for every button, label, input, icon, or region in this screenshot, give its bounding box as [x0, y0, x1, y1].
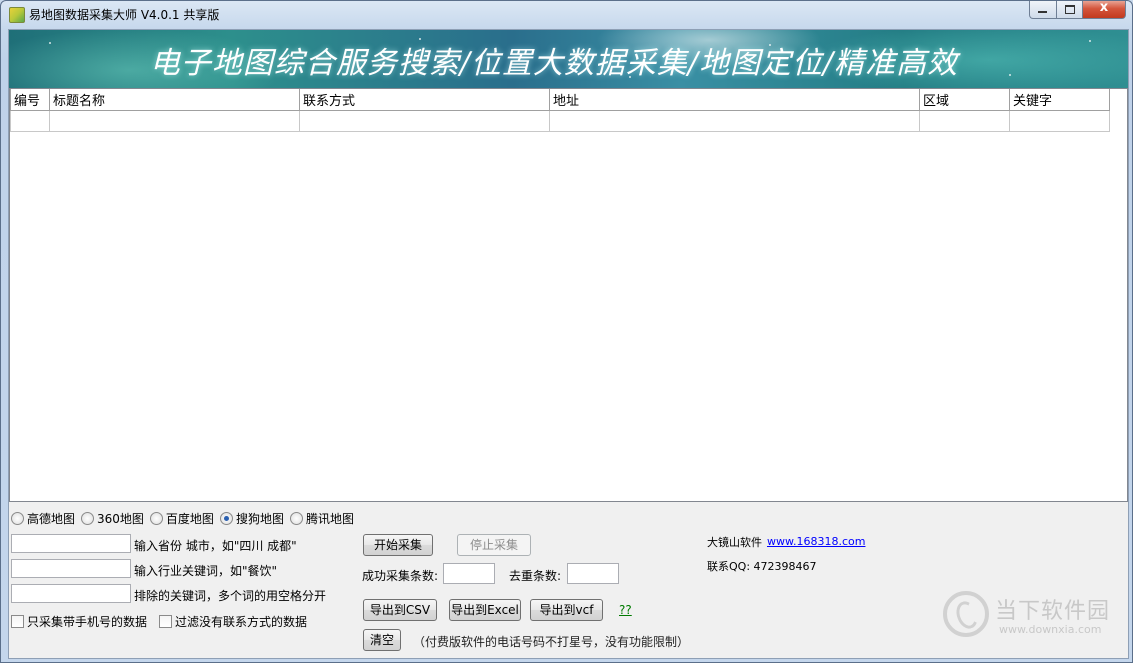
exclude-keyword-hint: 排除的关键词，多个词的用空格分开 — [134, 589, 327, 603]
vendor-website-link[interactable]: www.168318.com — [767, 535, 865, 548]
checkbox-label: 只采集带手机号的数据 — [27, 615, 148, 629]
close-button[interactable]: x — [1083, 0, 1126, 19]
radio-label: 360地图 — [97, 512, 144, 526]
radio-label: 百度地图 — [165, 512, 214, 526]
radio-indicator[interactable] — [289, 512, 303, 525]
column-header-keyword[interactable]: 关键字 — [1009, 89, 1110, 111]
start-collect-button[interactable]: 开始采集 — [363, 534, 433, 556]
keyword-input-hint: 输入行业关键词，如"餐饮" — [134, 564, 278, 578]
window-controls: x — [1029, 0, 1126, 19]
export-vcf-button[interactable]: 导出到vcf — [530, 599, 603, 621]
table-cell[interactable] — [919, 110, 1010, 132]
window-title: 易地图数据采集大师 V4.0.1 共享版 — [29, 8, 220, 22]
column-header-address[interactable]: 地址 — [549, 89, 920, 111]
results-grid[interactable]: 编号 标题名称 联系方式 地址 区域 关键字 — [9, 88, 1128, 502]
watermark: 当下软件园 www.downxia.com — [943, 591, 1133, 641]
watermark-url: www.downxia.com — [999, 623, 1102, 636]
maximize-button[interactable] — [1057, 1, 1083, 19]
radio-sogou-map[interactable]: 搜狗地图 — [219, 510, 284, 527]
clear-button[interactable]: 清空 — [363, 629, 401, 651]
close-icon: x — [1099, 0, 1109, 15]
radio-indicator[interactable] — [149, 512, 163, 525]
results-table: 编号 标题名称 联系方式 地址 区域 关键字 — [10, 89, 1110, 132]
export-csv-button[interactable]: 导出到CSV — [363, 599, 437, 621]
client-area: 电子地图综合服务搜索/位置大数据采集/地图定位/精准高效 编号 标题名称 联系方… — [8, 29, 1129, 659]
app-window: 易地图数据采集大师 V4.0.1 共享版 x 电子地图综合服务搜索/位置大数据采… — [0, 0, 1133, 663]
help-link[interactable]: ?? — [619, 603, 632, 617]
radio-label: 搜狗地图 — [235, 512, 284, 526]
radio-label: 腾讯地图 — [305, 512, 354, 526]
table-cell[interactable] — [10, 110, 50, 132]
table-cell[interactable] — [1009, 110, 1110, 132]
radio-indicator[interactable] — [11, 512, 24, 525]
checkbox-box[interactable] — [159, 615, 172, 628]
stop-collect-button[interactable]: 停止采集 — [457, 534, 531, 556]
minimize-button[interactable] — [1029, 1, 1057, 19]
minimize-icon — [1038, 11, 1047, 13]
checkbox-box[interactable] — [11, 615, 24, 628]
exclude-keyword-input[interactable] — [11, 584, 131, 603]
radio-tencent-map[interactable]: 腾讯地图 — [289, 510, 354, 527]
watermark-logo-icon — [943, 591, 989, 637]
table-cell[interactable] — [549, 110, 920, 132]
table-header-row: 编号 标题名称 联系方式 地址 区域 关键字 — [10, 89, 1110, 111]
mobile-only-checkbox[interactable]: 只采集带手机号的数据 — [11, 613, 147, 630]
dedupe-count-field[interactable] — [567, 563, 619, 584]
success-count-field[interactable] — [443, 563, 495, 584]
filter-no-contact-checkbox[interactable]: 过滤没有联系方式的数据 — [159, 613, 307, 630]
watermark-title: 当下软件园 — [995, 599, 1111, 624]
radio-baidu-map[interactable]: 百度地图 — [149, 510, 214, 527]
paid-version-notice: （付费版软件的电话号码不打星号，没有功能限制） — [413, 635, 690, 649]
banner-slogan: 电子地图综合服务搜索/位置大数据采集/地图定位/精准高效 — [149, 46, 959, 81]
radio-label: 高德地图 — [27, 512, 76, 526]
vendor-qq: 联系QQ: 472398467 — [707, 560, 817, 573]
column-header-title[interactable]: 标题名称 — [49, 89, 300, 111]
city-input[interactable] — [11, 534, 131, 553]
vendor-name: 大镜山软件 — [707, 536, 762, 549]
map-source-group: 高德地图 360地图 百度地图 搜狗地图 腾讯地图 — [11, 510, 360, 527]
app-icon — [9, 7, 25, 23]
radio-360-map[interactable]: 360地图 — [81, 510, 144, 527]
keyword-input[interactable] — [11, 559, 131, 578]
checkbox-label: 过滤没有联系方式的数据 — [175, 615, 308, 629]
radio-indicator[interactable] — [81, 512, 95, 525]
table-row[interactable] — [10, 110, 1110, 132]
maximize-icon — [1065, 5, 1075, 14]
table-cell[interactable] — [299, 110, 550, 132]
export-excel-button[interactable]: 导出到Excel — [449, 599, 521, 621]
success-count-label: 成功采集条数: — [362, 569, 439, 583]
banner: 电子地图综合服务搜索/位置大数据采集/地图定位/精准高效 — [9, 30, 1128, 88]
city-input-hint: 输入省份 城市，如"四川 成都" — [134, 539, 297, 553]
column-header-id[interactable]: 编号 — [10, 89, 50, 111]
radio-indicator-selected[interactable] — [219, 512, 233, 525]
table-cell[interactable] — [49, 110, 300, 132]
column-header-contact[interactable]: 联系方式 — [299, 89, 550, 111]
radio-gaode-map[interactable]: 高德地图 — [11, 510, 75, 527]
title-bar[interactable]: 易地图数据采集大师 V4.0.1 共享版 x — [1, 0, 1132, 27]
column-header-region[interactable]: 区域 — [919, 89, 1010, 111]
dedupe-count-label: 去重条数: — [509, 569, 562, 583]
